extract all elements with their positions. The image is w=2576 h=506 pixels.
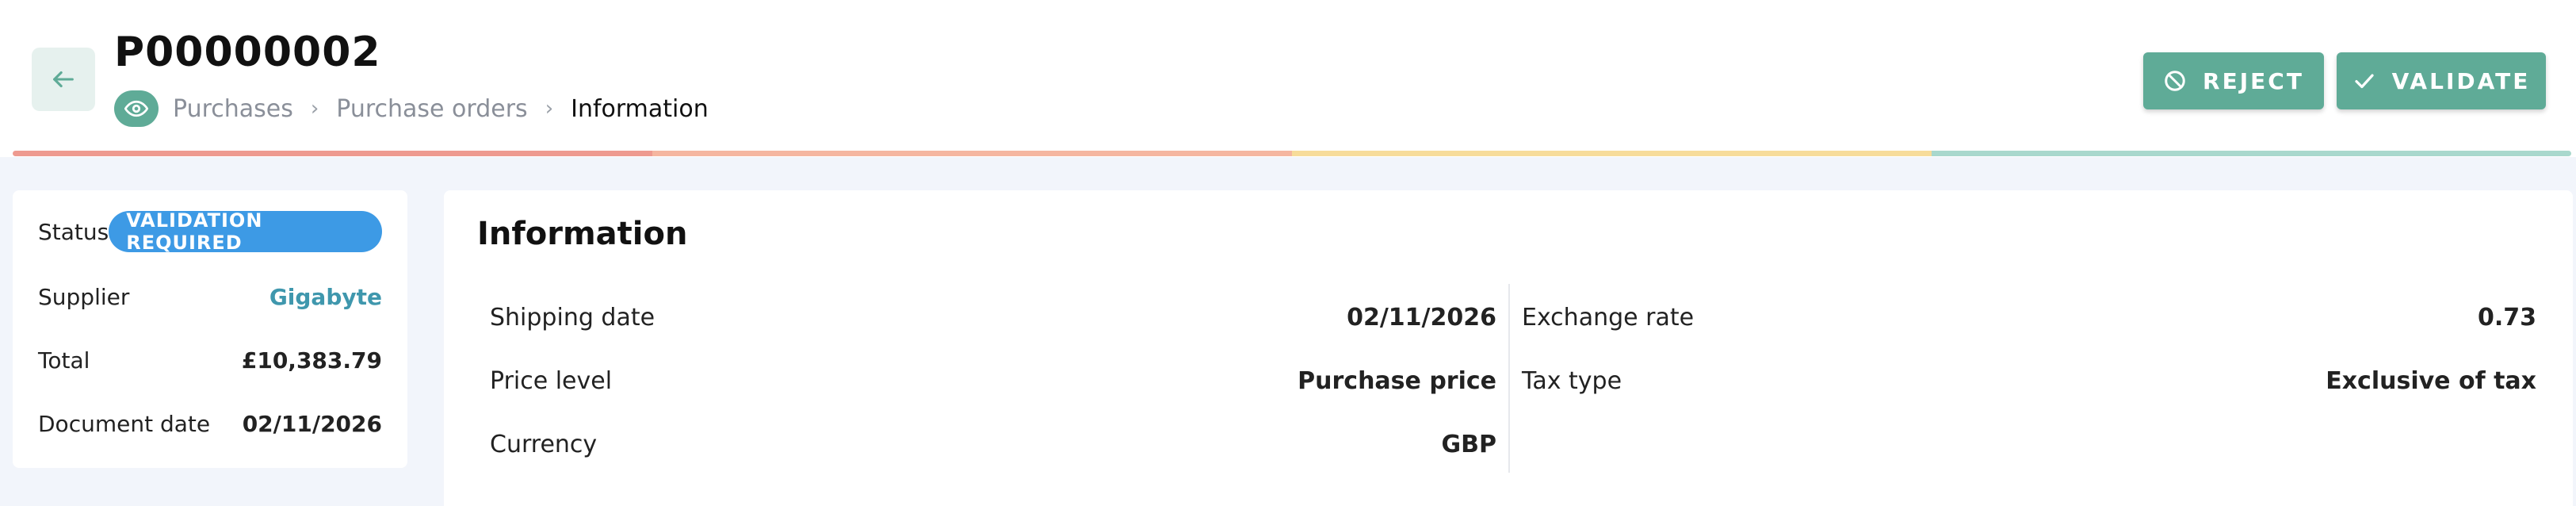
breadcrumb-information: Information (571, 94, 709, 123)
info-label: Tax type (1522, 366, 1622, 395)
progress-segment-3 (1292, 151, 1932, 156)
information-card: Information Shipping date 02/11/2026 Pri… (444, 190, 2573, 506)
breadcrumb: Purchases › Purchase orders › Informatio… (114, 89, 709, 128)
page-header: P00000002 Purchases › Purchase orders › … (0, 0, 2576, 157)
validate-label: VALIDATE (2391, 67, 2531, 94)
status-row: Status VALIDATION REQUIRED (38, 208, 382, 255)
info-row-tax-type: Tax type Exclusive of tax (1522, 349, 2536, 412)
chevron-right-icon: › (545, 97, 554, 121)
eye-icon (124, 100, 148, 117)
info-row-currency: Currency GBP (490, 412, 1496, 476)
information-left-column: Shipping date 02/11/2026 Price level Pur… (490, 286, 1496, 476)
information-right-column: Exchange rate 0.73 Tax type Exclusive of… (1522, 286, 2536, 412)
check-icon (2355, 74, 2374, 89)
validate-button[interactable]: VALIDATE (2337, 52, 2546, 109)
arrow-left-icon (53, 71, 74, 88)
total-row: Total £10,383.79 (38, 336, 382, 384)
status-progress-bar (13, 151, 2571, 156)
document-date-value: 02/11/2026 (242, 410, 382, 437)
info-label: Shipping date (490, 303, 655, 332)
status-badge: VALIDATION REQUIRED (109, 209, 382, 254)
information-title: Information (477, 216, 688, 252)
info-value: GBP (1441, 430, 1496, 458)
page-title: P00000002 (114, 29, 381, 76)
total-value: £10,383.79 (241, 347, 382, 374)
breadcrumb-purchases[interactable]: Purchases (173, 95, 293, 123)
info-value: 0.73 (2477, 303, 2536, 332)
info-label: Exchange rate (1522, 303, 1695, 332)
status-label: Status (38, 218, 109, 245)
supplier-link[interactable]: Gigabyte (269, 284, 382, 310)
breadcrumb-purchase-orders[interactable]: Purchase orders (336, 95, 527, 123)
document-date-row: Document date 02/11/2026 (38, 400, 382, 447)
view-mode-badge (114, 90, 159, 127)
info-label: Currency (490, 430, 598, 458)
reject-label: REJECT (2203, 67, 2304, 94)
column-divider (1508, 284, 1510, 473)
summary-card: Status VALIDATION REQUIRED Supplier Giga… (13, 190, 407, 468)
info-value: Purchase price (1298, 366, 1496, 395)
info-row-shipping-date: Shipping date 02/11/2026 (490, 286, 1496, 349)
document-date-label: Document date (38, 410, 211, 437)
progress-segment-4 (1932, 151, 2571, 156)
chevron-right-icon: › (310, 97, 319, 121)
info-label: Price level (490, 366, 613, 395)
ban-icon (2165, 71, 2185, 91)
supplier-row: Supplier Gigabyte (38, 273, 382, 320)
total-label: Total (38, 347, 90, 374)
info-row-exchange-rate: Exchange rate 0.73 (1522, 286, 2536, 349)
progress-segment-2 (652, 151, 1292, 156)
reject-button[interactable]: REJECT (2143, 52, 2324, 109)
info-row-price-level: Price level Purchase price (490, 349, 1496, 412)
back-button[interactable] (32, 48, 95, 111)
progress-segment-1 (13, 151, 652, 156)
info-value: Exclusive of tax (2326, 366, 2536, 395)
supplier-label: Supplier (38, 283, 130, 310)
info-value: 02/11/2026 (1347, 303, 1496, 332)
